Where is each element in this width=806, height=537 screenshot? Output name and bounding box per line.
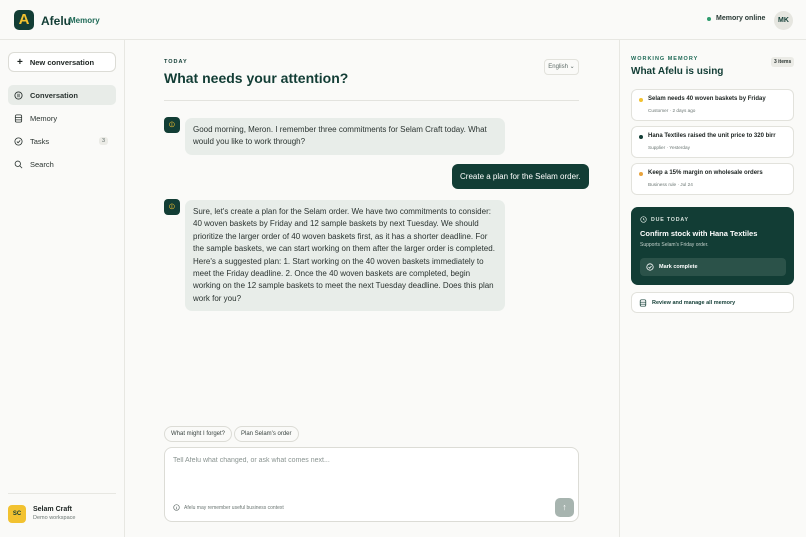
panel-title: What Afelu is using — [631, 66, 724, 77]
language-label: English — [548, 64, 568, 70]
memory-title: Keep a 15% margin on wholesale orders — [648, 170, 763, 176]
workspace-name: Selam Craft — [33, 506, 72, 513]
due-today-card: DUE TODAY Confirm stock with Hana Textil… — [631, 207, 794, 285]
sidebar: + New conversation Conversation Memory T… — [0, 40, 125, 537]
tasks-count-badge: 3 — [98, 137, 108, 145]
chat-icon — [14, 90, 23, 100]
assistant-avatar-icon: ⦶ — [164, 117, 180, 133]
memory-dot-icon — [639, 98, 643, 102]
sidebar-item-label: Conversation — [30, 90, 78, 100]
message-composer: Afelu may remember useful business conte… — [164, 447, 579, 522]
suggestion-chip[interactable]: What might I forget? — [164, 426, 233, 442]
review-memory-button[interactable]: Review and manage all memory — [631, 292, 794, 313]
sidebar-item-label: Search — [30, 159, 54, 169]
due-label: DUE TODAY — [640, 216, 689, 223]
send-button[interactable]: ↑ — [555, 498, 574, 517]
brand-subtitle: Memory — [69, 16, 100, 25]
search-icon — [14, 160, 23, 168]
suggestion-chip[interactable]: Plan Selam's order — [234, 426, 299, 442]
section-eyebrow: TODAY — [164, 59, 188, 65]
memory-meta: Supplier · Yesterday — [648, 145, 690, 150]
review-memory-label: Review and manage all memory — [652, 299, 736, 306]
new-conversation-button[interactable]: + New conversation — [8, 52, 116, 72]
user-message: Create a plan for the Selam order. — [452, 164, 589, 189]
sidebar-item-search[interactable]: Search — [8, 154, 116, 174]
memory-meta: Business rule · Jul 24 — [648, 182, 693, 187]
language-selector[interactable]: English ⌄ — [544, 59, 579, 75]
memory-card[interactable]: Keep a 15% margin on wholesale orders Bu… — [631, 163, 794, 195]
chevron-down-icon: ⌄ — [569, 64, 575, 70]
workspace-switcher[interactable]: SC Selam Craft Demo workspace — [8, 493, 116, 523]
memory-card[interactable]: Hana Textiles raised the unit price to 3… — [631, 126, 794, 158]
sidebar-item-label: Tasks — [30, 136, 50, 146]
user-avatar[interactable]: MK — [774, 11, 793, 30]
message-input[interactable] — [173, 457, 543, 464]
app-window: A Afelu Memory Memory online MK + New co… — [0, 0, 806, 537]
mark-complete-button[interactable]: Mark complete — [640, 258, 786, 276]
memory-dot-icon — [639, 135, 643, 139]
database-icon — [639, 298, 647, 307]
database-icon — [14, 113, 23, 123]
arrow-up-icon: ↑ — [562, 502, 567, 512]
plus-icon: + — [17, 56, 23, 68]
workspace-subtitle: Demo workspace — [33, 515, 76, 521]
clock-icon — [640, 216, 647, 223]
brand-name: Afelu — [41, 14, 71, 28]
due-subtitle: Supports Selam's Friday order. — [640, 242, 709, 248]
sidebar-item-tasks[interactable]: Tasks 3 — [8, 131, 116, 151]
memory-count-badge: 3 items — [771, 57, 795, 67]
memory-meta: Customer · 2 days ago — [648, 108, 696, 113]
sidebar-item-memory[interactable]: Memory — [8, 108, 116, 128]
new-conversation-label: New conversation — [29, 57, 95, 67]
info-icon — [173, 504, 180, 511]
working-memory-panel: WORKING MEMORY What Afelu is using 3 ite… — [619, 40, 806, 537]
assistant-message: Sure, let's create a plan for the Selam … — [185, 200, 505, 312]
assistant-message: Good morning, Meron. I remember three co… — [185, 118, 505, 155]
memory-status-label: Memory online — [716, 15, 766, 22]
composer-hint-label: Afelu may remember useful business conte… — [184, 504, 284, 511]
check-circle-icon — [14, 136, 23, 146]
sidebar-item-label: Memory — [30, 113, 58, 123]
panel-eyebrow: WORKING MEMORY — [631, 56, 699, 62]
divider — [164, 100, 579, 101]
page-title: What needs your attention? — [164, 70, 349, 86]
composer-hint: Afelu may remember useful business conte… — [173, 504, 284, 511]
memory-card[interactable]: Selam needs 40 woven baskets by Friday C… — [631, 89, 794, 121]
conversation-main: TODAY What needs your attention? English… — [125, 40, 619, 537]
memory-status: Memory online — [707, 15, 765, 22]
workspace-avatar: SC — [8, 504, 26, 523]
check-circle-icon — [646, 263, 654, 271]
memory-title: Selam needs 40 woven baskets by Friday — [648, 96, 766, 102]
top-bar: A Afelu Memory Memory online MK — [0, 0, 806, 40]
due-label-text: DUE TODAY — [651, 216, 689, 223]
memory-dot-icon — [639, 172, 643, 176]
afelu-logo: A — [14, 10, 34, 30]
due-title: Confirm stock with Hana Textiles — [640, 229, 758, 238]
memory-title: Hana Textiles raised the unit price to 3… — [648, 133, 776, 139]
assistant-avatar-icon: ⦶ — [164, 199, 180, 215]
online-dot-icon — [707, 16, 711, 21]
mark-complete-label: Mark complete — [659, 264, 698, 270]
sidebar-item-conversation[interactable]: Conversation — [8, 85, 116, 105]
